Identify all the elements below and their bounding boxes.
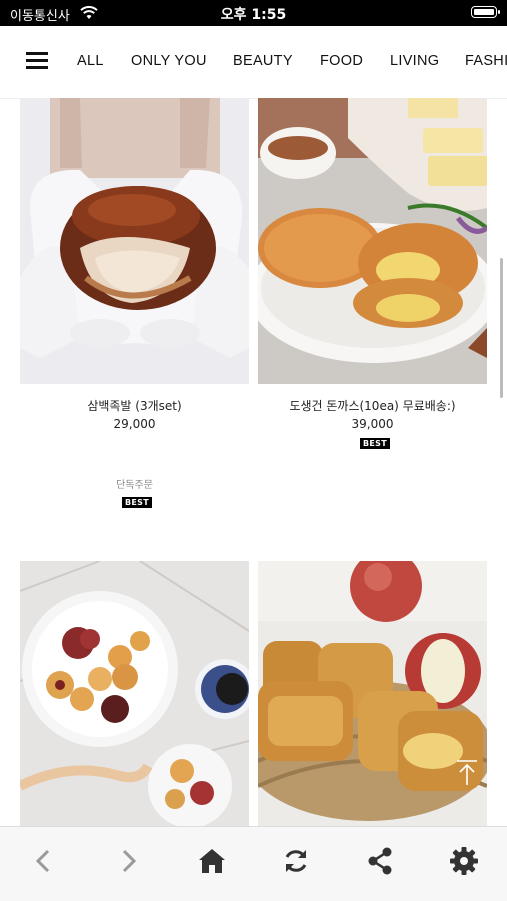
tab-beauty[interactable]: BEAUTY	[233, 53, 293, 69]
product-name[interactable]: 삼백족발 (3개set)	[20, 397, 249, 414]
back-button[interactable]	[28, 845, 60, 877]
scroll-to-top-button[interactable]	[452, 758, 482, 788]
product-price: 29,000	[113, 417, 156, 431]
forward-icon	[122, 849, 137, 873]
product-grid: 삼백족발 (3개set) 29,000 단독주문 BEST 도생건 돈까스(10…	[0, 98, 507, 826]
share-icon	[368, 847, 392, 875]
scrollbar[interactable]	[500, 258, 503, 398]
tab-only-you[interactable]: ONLY YOU	[131, 53, 207, 69]
best-badge: BEST	[122, 497, 152, 508]
menu-icon[interactable]	[26, 52, 48, 70]
top-navigation: ALL ONLY YOU BEAUTY FOOD LIVING FASHI	[0, 26, 507, 99]
bottom-toolbar	[0, 826, 507, 901]
forward-button[interactable]	[112, 845, 144, 877]
product-note: 단독주문	[116, 480, 153, 491]
tab-all[interactable]: ALL	[77, 53, 104, 69]
best-badge: BEST	[360, 438, 390, 449]
status-bar: 이동통신사 오후 1:55	[0, 0, 507, 26]
battery-icon	[471, 6, 500, 18]
product-price: 39,000	[351, 417, 394, 431]
refresh-button[interactable]	[280, 845, 312, 877]
settings-button[interactable]	[448, 845, 480, 877]
product-image-pork-cutlet[interactable]	[258, 98, 487, 384]
home-button[interactable]	[196, 845, 228, 877]
product-image-cookies[interactable]	[20, 561, 249, 826]
arrow-up-icon	[457, 760, 477, 785]
product-name[interactable]: 도생건 돈까스(10ea) 무료배송:)	[258, 397, 487, 414]
tab-food[interactable]: FOOD	[320, 53, 363, 69]
status-time: 오후 1:55	[220, 7, 287, 23]
product-image-pork-hock[interactable]	[20, 98, 249, 384]
share-button[interactable]	[364, 845, 396, 877]
back-icon	[35, 849, 50, 873]
home-icon	[199, 849, 225, 873]
tab-fashion[interactable]: FASHI	[465, 53, 507, 69]
tab-living[interactable]: LIVING	[390, 53, 439, 69]
refresh-icon	[285, 850, 307, 872]
settings-icon	[450, 847, 478, 875]
